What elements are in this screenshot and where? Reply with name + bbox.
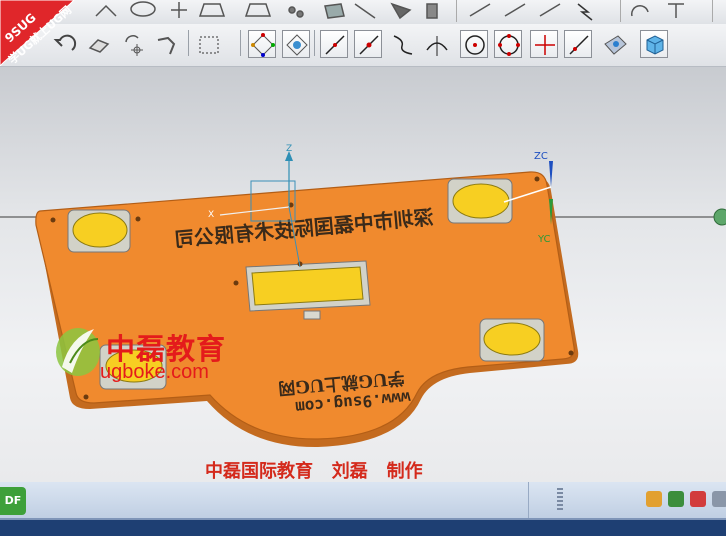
network-icon[interactable] [690, 491, 706, 507]
axis-z-label: Z [286, 144, 292, 154]
graphics-viewport[interactable]: 深圳市中磊国际技术有限公司 学UG就上UG网 www.9sug.com Z X … [0, 67, 726, 482]
volume-icon[interactable] [712, 491, 726, 507]
model-canvas: 深圳市中磊国际技术有限公司 学UG就上UG网 www.9sug.com Z X … [0, 144, 726, 448]
taskbar-grip[interactable] [557, 488, 563, 512]
cylinder-icon [426, 3, 438, 19]
circle-icon [130, 1, 156, 17]
center-snap-icon[interactable] [460, 30, 488, 58]
security-icon[interactable] [668, 491, 684, 507]
cube-icon [324, 3, 345, 19]
view-triad-icon [713, 208, 726, 226]
video-credit: 中磊国际教育 刘磊 制作 [205, 461, 423, 482]
midpoint-snap-icon[interactable] [354, 30, 382, 58]
view-cube-icon[interactable] [640, 30, 668, 58]
axis-x-label: X [208, 210, 214, 220]
taskbar-task-area [28, 482, 529, 518]
eraser-icon[interactable] [86, 32, 112, 58]
draw-icon-2 [504, 3, 526, 17]
tangent-snap-icon[interactable] [564, 30, 592, 58]
top-toolbar-icons [95, 0, 713, 22]
arc-icon [95, 4, 117, 17]
quadrant-snap-icon[interactable] [494, 30, 522, 58]
rotate-point-icon[interactable] [120, 32, 146, 58]
solid-icon [390, 2, 412, 20]
curve-snap-icon[interactable] [390, 32, 416, 58]
pad-top-left[interactable] [67, 209, 131, 253]
intersection-snap-icon[interactable] [424, 32, 450, 58]
text-icon [668, 3, 684, 18]
points-icon [288, 6, 296, 14]
snap-toolbar [0, 24, 726, 67]
snap-settings-icon[interactable] [282, 30, 310, 58]
lightning-icon [577, 3, 593, 21]
axis-zc-label: ZC [534, 151, 548, 162]
snap-icon[interactable] [154, 32, 180, 58]
shape-outline-icon [244, 3, 272, 17]
top-toolbar [0, 0, 726, 25]
plus-icon [171, 2, 187, 18]
pad-bottom-right[interactable] [479, 318, 545, 362]
rotate-icon [631, 5, 649, 17]
shape-icon [198, 3, 226, 17]
snap-points-icon[interactable] [248, 30, 276, 58]
line-icon [354, 3, 376, 19]
windows-taskbar: DF [0, 482, 726, 536]
brand-logo-icon [56, 328, 100, 376]
pad-top-right[interactable] [447, 178, 513, 224]
qq-icon[interactable] [646, 491, 662, 507]
axis-yc-label: YC [537, 234, 551, 245]
line-snap-icon[interactable] [320, 30, 348, 58]
point-snap-icon[interactable] [530, 30, 558, 58]
brand-url: ugboke.com [100, 361, 209, 383]
draw-icon-3 [539, 3, 561, 17]
select-box-icon[interactable] [196, 32, 222, 58]
draw-icon [469, 3, 491, 17]
site-watermark-logo: 9SUG 学UG就上UG网 [0, 0, 75, 66]
face-snap-icon[interactable] [602, 32, 628, 58]
taskbar-app-button[interactable]: DF [0, 487, 26, 515]
taskbar-strip: DF [0, 482, 726, 520]
